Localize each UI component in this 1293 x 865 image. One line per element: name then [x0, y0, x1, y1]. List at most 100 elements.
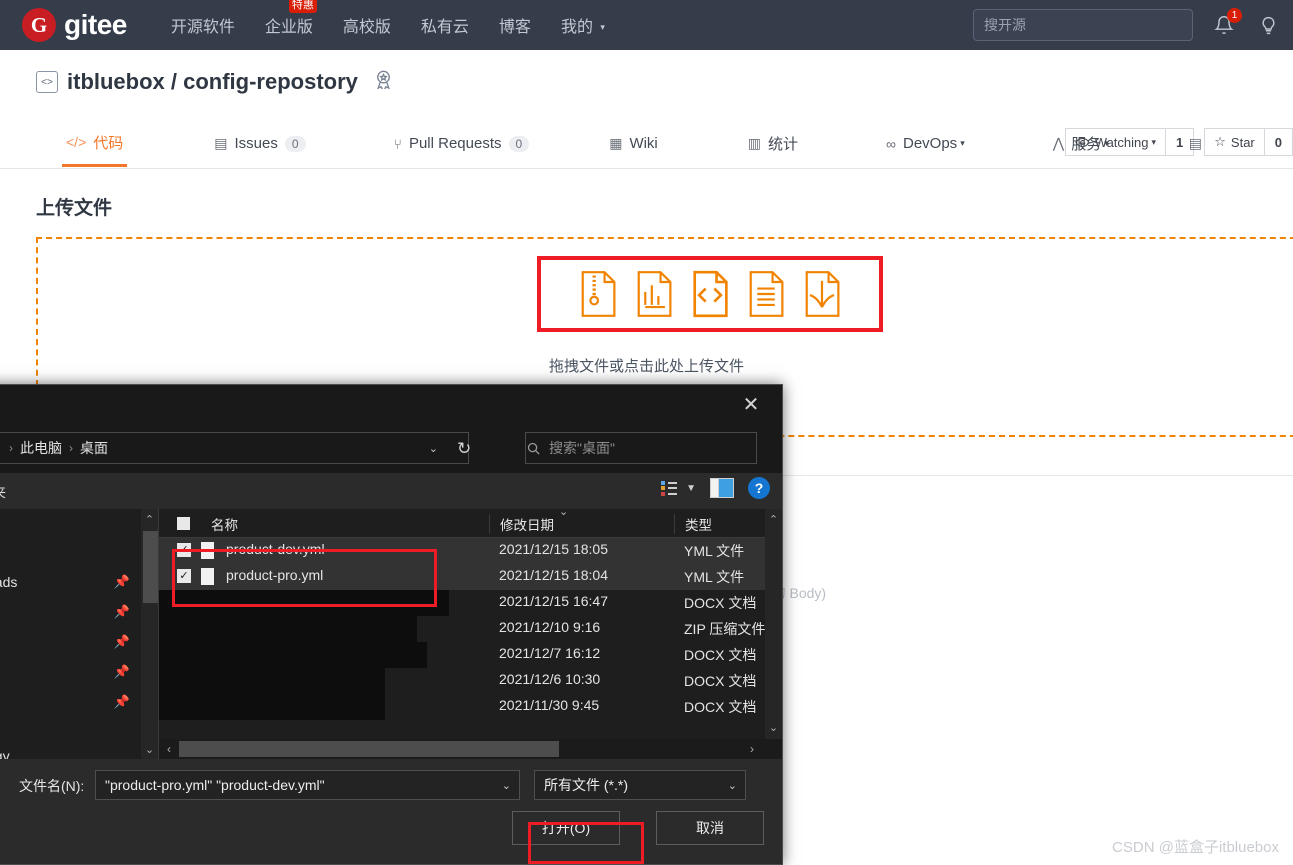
tab-count: 0	[284, 135, 306, 152]
nav-item-enterprise[interactable]: 企业版 特惠	[265, 0, 317, 37]
redacted-file-name	[159, 668, 385, 694]
table-row[interactable]: ✓ product-dev.yml 2021/12/15 18:05 YML 文…	[159, 538, 782, 564]
dialog-view-controls: ▼ ?	[661, 477, 770, 499]
tips-button[interactable]	[1255, 12, 1281, 38]
table-row[interactable]: 2021/12/10 9:16 ZIP 压缩文件	[159, 616, 782, 642]
column-header-type[interactable]: 类型	[674, 514, 712, 534]
file-list-scrollbar[interactable]: ⌃ ⌄	[765, 509, 782, 759]
scroll-up-icon[interactable]: ⌃	[765, 509, 782, 529]
file-type: DOCX 文档	[684, 699, 757, 715]
chevron-down-icon[interactable]: ⌄	[502, 779, 511, 792]
cancel-button[interactable]: 取消	[656, 811, 764, 845]
file-filter-select[interactable]: 所有文件 (*.*) ⌄	[534, 770, 746, 800]
file-name: product-dev.yml	[226, 541, 325, 557]
tab-label: 服务	[1071, 136, 1102, 153]
close-icon[interactable]: ✕	[728, 385, 774, 423]
pin-icon[interactable]: 📌	[114, 664, 130, 680]
new-folder-label[interactable]: 件夹	[0, 481, 6, 501]
hscroll-thumb[interactable]	[179, 741, 559, 757]
row-checkbox[interactable]: ✓	[177, 569, 191, 583]
redacted-file-name	[159, 642, 427, 668]
tab-issues[interactable]: ▤ Issues 0	[210, 120, 309, 167]
tab-statistics[interactable]: ▥ 统计	[744, 120, 802, 167]
breadcrumb[interactable]: › 此电脑 › 桌面 ⌄	[0, 432, 469, 464]
tab-label: Issues	[234, 135, 278, 152]
sidebar-item-downloads[interactable]: oads 📌	[0, 567, 158, 597]
global-search-input[interactable]: 搜开源	[973, 9, 1193, 41]
filename-input[interactable]: "product-pro.yml" "product-dev.yml" ⌄	[95, 770, 520, 800]
nav-item-mine[interactable]: 我的 ▾	[561, 13, 605, 37]
sidebar-item-5[interactable]: 📌	[0, 687, 158, 717]
file-date: 2021/11/30 9:45	[499, 697, 600, 713]
tab-wiki[interactable]: ▦ Wiki	[605, 120, 662, 167]
nav-item-opensource[interactable]: 开源软件	[171, 13, 235, 37]
nav-item-label: 博客	[498, 19, 531, 36]
table-row[interactable]: 2021/11/30 9:45 DOCX 文档	[159, 694, 782, 720]
tab-services[interactable]: ⋀ 服务 ▾	[1049, 120, 1113, 167]
table-row[interactable]: 2021/12/6 10:30 DOCX 文档	[159, 668, 782, 694]
sidebar-item-ogy[interactable]: ogy	[0, 741, 158, 759]
dialog-search-input[interactable]: 搜索"桌面"	[525, 432, 757, 464]
file-date: 2021/12/15 18:05	[499, 541, 608, 557]
column-header-name[interactable]: 名称	[201, 514, 238, 534]
scroll-down-icon[interactable]: ⌄	[141, 739, 158, 759]
code-file-icon	[693, 270, 728, 318]
file-type: DOCX 文档	[684, 647, 757, 663]
sidebar-item-3[interactable]: 📌	[0, 627, 158, 657]
repo-title: <> itbluebox / config-repostory	[36, 68, 395, 96]
chevron-down-icon[interactable]: ▼	[686, 483, 696, 494]
dialog-sidebar: oads 📌 📌 📌 📌 📌 ogy ⌃ ⌄	[0, 509, 159, 759]
nav-item-label: 我的	[560, 19, 593, 36]
scroll-right-icon[interactable]: ›	[742, 742, 762, 756]
sidebar-item-label: oads	[0, 574, 18, 590]
sort-indicator-icon: ⌄	[559, 506, 569, 518]
table-row[interactable]: 2021/12/7 16:12 DOCX 文档	[159, 642, 782, 668]
wiki-icon: ▦	[609, 135, 623, 151]
row-checkbox[interactable]: ✓	[177, 543, 191, 557]
tab-devops[interactable]: ∞ DevOps ▾	[882, 120, 969, 167]
nav-item-education[interactable]: 高校版	[343, 13, 391, 37]
file-list-hscrollbar[interactable]: ‹ ›	[159, 739, 782, 759]
view-list-icon[interactable]	[661, 480, 678, 496]
page-title[interactable]: itbluebox / config-repostory	[67, 69, 358, 95]
pdf-file-icon	[805, 271, 840, 317]
preview-pane-icon[interactable]	[710, 478, 734, 498]
pin-icon[interactable]: 📌	[114, 634, 130, 650]
pin-icon[interactable]: 📌	[114, 694, 130, 710]
chevron-down-icon[interactable]: ⌄	[728, 779, 737, 792]
file-list: 名称 修改日期 类型 ⌄ ✓ product-dev.yml 2021/12/1…	[159, 506, 782, 759]
promo-badge: 特惠	[288, 0, 317, 13]
breadcrumb-item-computer[interactable]: 此电脑	[20, 438, 62, 458]
sidebar-scroll-thumb[interactable]	[143, 531, 158, 603]
tab-pull-requests[interactable]: ⑂ Pull Requests 0	[390, 120, 534, 167]
open-button[interactable]: 打开(O)	[512, 811, 620, 845]
tab-more[interactable]: ▤	[1185, 120, 1213, 167]
nav-item-private-cloud[interactable]: 私有云	[421, 13, 469, 37]
scroll-up-icon[interactable]: ⌃	[141, 509, 158, 529]
tab-code[interactable]: </> 代码	[62, 120, 128, 167]
refresh-icon[interactable]: ↻	[457, 439, 471, 459]
column-header-date[interactable]: 修改日期	[489, 514, 554, 534]
tab-label: 统计	[768, 136, 799, 153]
gitee-logo[interactable]: G gitee	[22, 8, 127, 42]
chevron-down-icon[interactable]: ⌄	[429, 442, 438, 455]
select-all-checkbox[interactable]	[177, 517, 190, 530]
table-row[interactable]: ✓ product-pro.yml 2021/12/15 18:04 YML 文…	[159, 564, 782, 590]
pin-icon[interactable]: 📌	[114, 574, 130, 590]
nav-item-blog[interactable]: 博客	[499, 13, 531, 37]
scroll-left-icon[interactable]: ‹	[159, 742, 179, 756]
sidebar-item-2[interactable]: 📌	[0, 597, 158, 627]
sidebar-scrollbar[interactable]: ⌃ ⌄	[141, 509, 158, 759]
redacted-file-name	[159, 694, 385, 720]
notifications-button[interactable]: 1	[1211, 8, 1242, 38]
breadcrumb-item-desktop[interactable]: 桌面	[80, 438, 108, 458]
sidebar-item-4[interactable]: 📌	[0, 657, 158, 687]
table-row[interactable]: 2021/12/15 16:47 DOCX 文档	[159, 590, 782, 616]
breadcrumb-separator: ›	[69, 441, 73, 455]
pin-icon[interactable]: 📌	[114, 604, 130, 620]
scroll-down-icon[interactable]: ⌄	[765, 717, 782, 737]
filename-label: 文件名(N):	[19, 778, 85, 794]
redacted-file-name	[159, 616, 417, 642]
help-icon[interactable]: ?	[748, 477, 770, 499]
chart-file-icon	[637, 271, 672, 317]
